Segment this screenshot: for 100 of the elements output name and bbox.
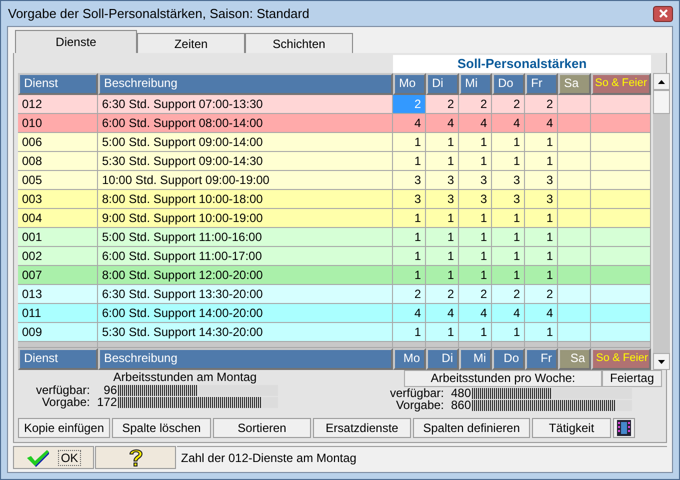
table-cell[interactable]: 4	[459, 114, 492, 132]
table-cell[interactable]: 2	[426, 95, 459, 113]
table-cell[interactable]: 1	[492, 209, 525, 227]
table-cell[interactable]: 1	[459, 209, 492, 227]
table-cell[interactable]: 3	[525, 190, 558, 208]
film-button[interactable]	[613, 418, 635, 438]
table-row[interactable]: 009 5:30 Std. Support 14:30-20:00 1 1 1 1 1	[18, 323, 651, 342]
table-cell[interactable]: 4	[459, 304, 492, 322]
table-cell[interactable]: 1	[525, 247, 558, 265]
table-cell[interactable]: 1	[426, 209, 459, 227]
table-cell[interactable]: 2	[525, 95, 558, 113]
table-cell[interactable]: 1	[459, 152, 492, 170]
table-cell[interactable]: 1	[492, 133, 525, 151]
table-cell[interactable]: 1	[525, 133, 558, 151]
table-cell[interactable]: 3	[393, 190, 426, 208]
table-cell[interactable]: 2	[459, 95, 492, 113]
table-cell[interactable]: 2	[525, 285, 558, 303]
column-header[interactable]: Mi	[459, 73, 492, 95]
table-row[interactable]: 008 5:30 Std. Support 09:00-14:30 1 1 1 1 1	[18, 152, 651, 171]
table-cell[interactable]: 3	[492, 171, 525, 189]
table-cell[interactable]: 3	[426, 171, 459, 189]
table-cell[interactable]: 1	[459, 247, 492, 265]
table-cell[interactable]: 1	[426, 323, 459, 341]
table-cell[interactable]: 1	[393, 266, 426, 284]
table-cell[interactable]: 1	[459, 323, 492, 341]
table-cell[interactable]: 1	[525, 266, 558, 284]
action-button[interactable]: Tätigkeit	[532, 418, 611, 438]
table-cell[interactable]: 3	[459, 190, 492, 208]
table-cell[interactable]: 1	[459, 266, 492, 284]
table-cell[interactable]: 4	[492, 304, 525, 322]
close-button[interactable]	[653, 6, 673, 22]
table-row[interactable]: 013 6:30 Std. Support 13:30-20:00 2 2 2 2 2	[18, 285, 651, 304]
table-cell[interactable]: 1	[393, 209, 426, 227]
tab[interactable]: Dienste	[15, 30, 137, 53]
table-cell[interactable]: 3	[492, 190, 525, 208]
ok-button[interactable]: OK	[13, 446, 94, 469]
table-row[interactable]: 007 8:00 Std. Support 12:00-20:00 1 1 1 1 1	[18, 266, 651, 285]
table-cell[interactable]: 1	[492, 323, 525, 341]
table-cell[interactable]: 1	[525, 228, 558, 246]
table-cell[interactable]: 1	[393, 323, 426, 341]
table-row[interactable]: 011 6:00 Std. Support 14:00-20:00 4 4 4 4 4	[18, 304, 651, 323]
column-header[interactable]: Dienst	[18, 73, 98, 95]
column-header[interactable]: Beschreibung	[98, 73, 393, 95]
action-button[interactable]: Ersatzdienste	[313, 418, 411, 438]
table-cell[interactable]: 1	[492, 247, 525, 265]
action-button[interactable]: Sortieren	[213, 418, 311, 438]
table-cell[interactable]: 4	[393, 304, 426, 322]
table-cell[interactable]: 1	[492, 152, 525, 170]
table-cell[interactable]: 2	[393, 285, 426, 303]
table-cell[interactable]: 1	[426, 228, 459, 246]
table-cell[interactable]: 1	[459, 133, 492, 151]
column-header[interactable]: Mo	[393, 73, 426, 95]
table-cell[interactable]: 1	[492, 228, 525, 246]
table-cell[interactable]: 2	[492, 285, 525, 303]
table-cell[interactable]: 1	[492, 266, 525, 284]
table-cell[interactable]: 1	[426, 152, 459, 170]
table-row[interactable]: 012 6:30 Std. Support 07:00-13:30 2 2 2 2 2	[18, 95, 651, 114]
table-row[interactable]: 003 8:00 Std. Support 10:00-18:00 3 3 3 3 3	[18, 190, 651, 209]
table-cell[interactable]: 3	[393, 171, 426, 189]
table-cell[interactable]: 3	[525, 171, 558, 189]
table-cell[interactable]: 1	[426, 266, 459, 284]
column-header[interactable]: So & Feier	[591, 73, 651, 95]
table-cell[interactable]: 1	[393, 228, 426, 246]
table-cell[interactable]: 1	[426, 247, 459, 265]
table-row[interactable]: 002 6:00 Std. Support 11:00-17:00 1 1 1 1 1	[18, 247, 651, 266]
column-header[interactable]: Di	[426, 73, 459, 95]
table-cell[interactable]: 1	[393, 152, 426, 170]
table-cell[interactable]: 2	[492, 95, 525, 113]
table-cell[interactable]: 2	[426, 285, 459, 303]
action-button[interactable]: Spalten definieren	[413, 418, 530, 438]
action-button[interactable]: Spalte löschen	[112, 418, 211, 438]
tab[interactable]: Schichten	[245, 33, 353, 53]
column-header[interactable]: Fr	[525, 73, 558, 95]
table-row[interactable]: 001 5:00 Std. Support 11:00-16:00 1 1 1 1 1	[18, 228, 651, 247]
table-row[interactable]: 006 5:00 Std. Support 09:00-14:00 1 1 1 1 1	[18, 133, 651, 152]
scroll-thumb[interactable]	[653, 90, 670, 114]
tab[interactable]: Zeiten	[137, 33, 245, 53]
table-cell[interactable]: 4	[393, 114, 426, 132]
table-cell[interactable]: 1	[525, 209, 558, 227]
table-cell[interactable]: 1	[525, 152, 558, 170]
table-cell[interactable]: 1	[459, 228, 492, 246]
table-cell[interactable]: 4	[525, 304, 558, 322]
scrollbar[interactable]	[653, 73, 670, 370]
table-cell[interactable]: 3	[459, 171, 492, 189]
table-cell[interactable]: 1	[393, 247, 426, 265]
table-row[interactable]: 005 10:00 Std. Support 09:00-19:00 3 3 3 3 3	[18, 171, 651, 190]
table-cell[interactable]: 3	[426, 190, 459, 208]
table-cell[interactable]: 1	[426, 133, 459, 151]
table-cell[interactable]: 1	[525, 323, 558, 341]
table-cell[interactable]: 4	[492, 114, 525, 132]
column-header[interactable]: Do	[492, 73, 525, 95]
table-row[interactable]: 010 6:00 Std. Support 08:00-14:00 4 4 4 4 4	[18, 114, 651, 133]
action-button[interactable]: Kopie einfügen	[18, 418, 110, 438]
table-cell[interactable]: 4	[426, 304, 459, 322]
table-cell[interactable]: 4	[525, 114, 558, 132]
help-button[interactable]	[95, 446, 176, 469]
table-row[interactable]: 004 9:00 Std. Support 10:00-19:00 1 1 1 1 1	[18, 209, 651, 228]
table-cell[interactable]: 2	[459, 285, 492, 303]
table-cell[interactable]: 4	[426, 114, 459, 132]
table-cell[interactable]: 1	[393, 133, 426, 151]
